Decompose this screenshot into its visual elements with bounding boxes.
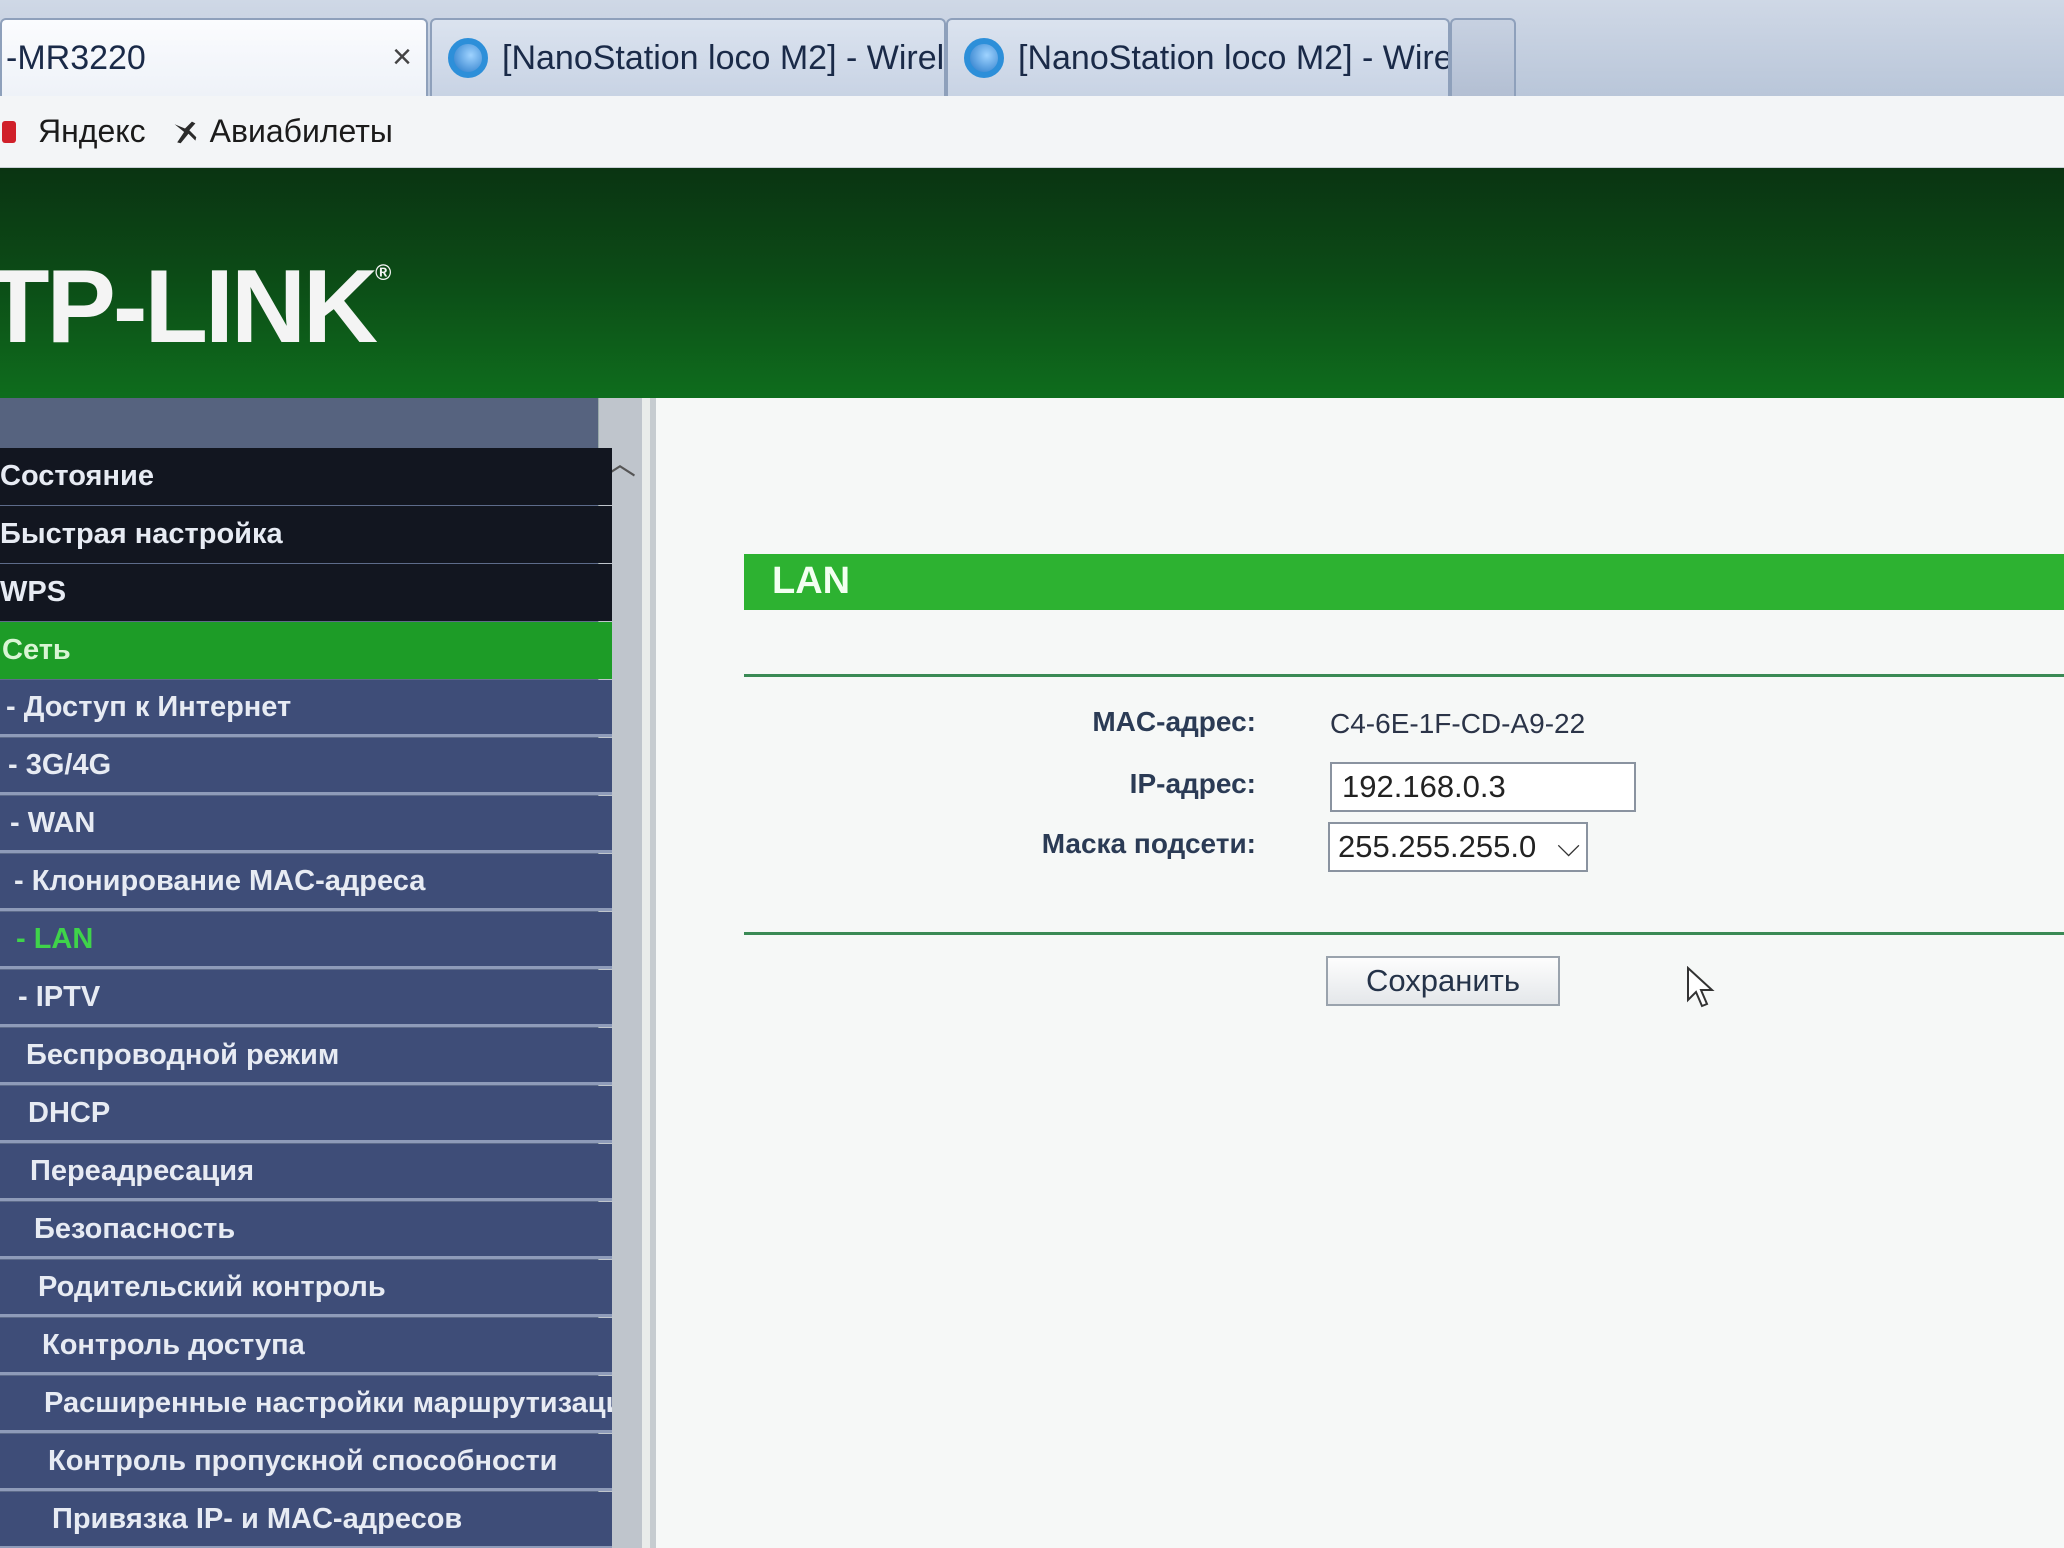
browser-tab-active[interactable]: -MR3220 × [0,18,428,96]
ie-icon [448,38,488,78]
browser-tab[interactable]: [NanoStation loco M2] - Wirel... [946,18,1450,96]
section-banner: LAN [744,554,2064,610]
airplane-icon [174,121,196,143]
sidebar-item-internet-access[interactable]: - Доступ к Интернет [0,680,612,737]
divider-bottom [744,932,2064,935]
bookmark-aviabilety[interactable]: Авиабилеты [172,113,393,150]
subnet-mask-select[interactable]: 255.255.255.0 ⌵ [1328,822,1588,872]
sidebar-item-wan[interactable]: - WAN [0,796,612,853]
main-content: LAN MAC-адрес: C4-6E-1F-CD-A9-22 IP-адре… [650,398,2064,1548]
sidebar-item-parental-control[interactable]: Родительский контроль [0,1260,612,1317]
bookmark-yandex[interactable]: Яндекс [0,113,146,150]
close-tab-icon[interactable]: × [392,38,412,77]
sidebar-item-security[interactable]: Безопасность [0,1202,612,1259]
tab-title: [NanoStation loco M2] - Wirel... [502,38,946,77]
sidebar: ︿ Состояние Быстрая настройка WPS Сеть -… [0,398,642,1548]
new-tab-button[interactable] [1450,18,1516,96]
sidebar-item-access-control[interactable]: Контроль доступа [0,1318,612,1375]
sidebar-item-mac-clone[interactable]: - Клонирование MAC-адреса [0,854,612,911]
divider-top [744,674,2064,677]
sidebar-item-3g4g[interactable]: - 3G/4G [0,738,612,795]
tab-title: [NanoStation loco M2] - Wirel... [1018,38,1450,77]
bookmark-label: Авиабилеты [209,113,393,149]
sidebar-item-dhcp[interactable]: DHCP [0,1086,612,1143]
sidebar-item-network[interactable]: Сеть [0,622,612,679]
ie-icon [964,38,1004,78]
subnet-mask-value: 255.255.255.0 [1338,829,1537,864]
sidebar-item-advanced-routing[interactable]: Расширенные настройки маршрутизации [0,1376,612,1433]
bookmarks-bar: Яндекс Авиабилеты [0,96,2064,168]
sidebar-item-forwarding[interactable]: Переадресация [0,1144,612,1201]
sidebar-item-wireless[interactable]: Беспроводной режим [0,1028,612,1085]
ip-label: IP-адрес: [1129,768,1256,799]
browser-tab-bar: -MR3220 × [NanoStation loco M2] - Wirel.… [0,0,2064,96]
mac-label: MAC-адрес: [1092,706,1256,737]
save-button[interactable]: Сохранить [1326,956,1560,1006]
sidebar-item-quick-setup[interactable]: Быстрая настройка [0,506,612,563]
sidebar-item-status[interactable]: Состояние [0,448,612,505]
sidebar-item-ip-mac-binding[interactable]: Привязка IP- и MAC-адресов [0,1492,612,1548]
mouse-cursor-icon [1687,966,1715,1008]
chevron-down-icon: ⌵ [1557,830,1580,863]
page-title: LAN [772,560,851,602]
sidebar-menu: Состояние Быстрая настройка WPS Сеть - Д… [0,448,612,1548]
browser-tab[interactable]: [NanoStation loco M2] - Wirel... [430,18,946,96]
yandex-icon [2,120,16,143]
sidebar-item-wps[interactable]: WPS [0,564,612,621]
screen: -MR3220 × [NanoStation loco M2] - Wirel.… [0,0,2064,1548]
router-header: TP-LINK® [0,168,2064,398]
tab-title: -MR3220 [6,38,146,77]
sidebar-item-lan[interactable]: - LAN [0,912,612,969]
sidebar-item-bandwidth-control[interactable]: Контроль пропускной способности [0,1434,612,1491]
mac-value: C4-6E-1F-CD-A9-22 [1330,708,1586,739]
ip-address-input[interactable] [1330,762,1636,812]
subnet-mask-label: Маска подсети: [1041,828,1256,859]
bookmark-label: Яндекс [38,113,146,149]
tp-link-logo: TP-LINK® [0,249,391,365]
sidebar-item-iptv[interactable]: - IPTV [0,970,612,1027]
sidebar-top [0,398,600,448]
